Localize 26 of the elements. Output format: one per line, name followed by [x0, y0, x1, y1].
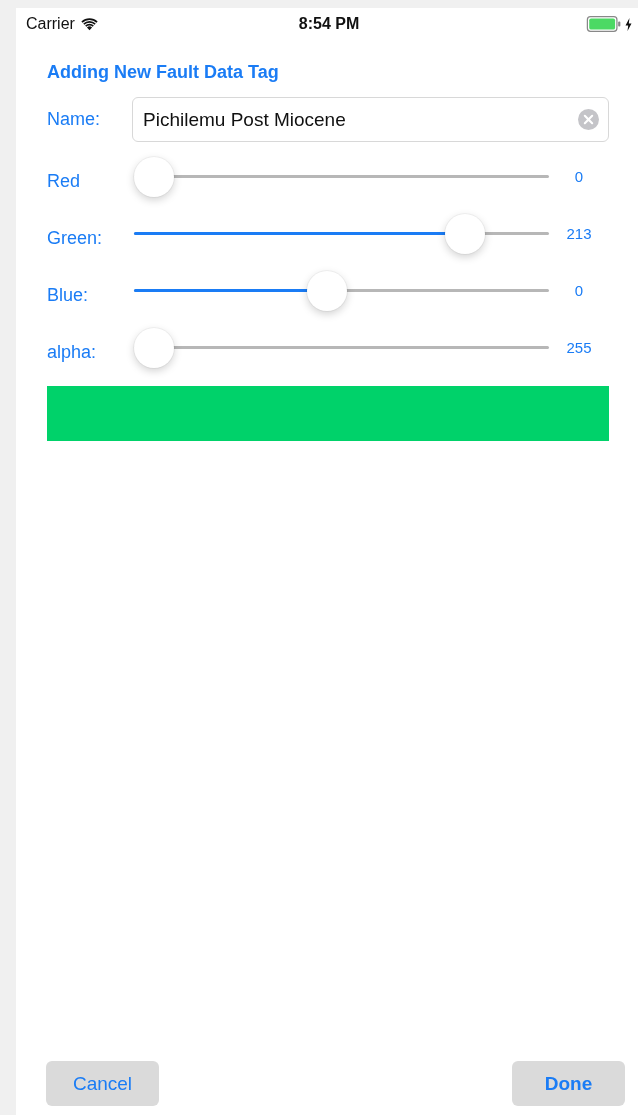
- slider[interactable]: [134, 327, 549, 368]
- slider-thumb[interactable]: [134, 327, 174, 368]
- clear-icon: [578, 109, 599, 130]
- cancel-button[interactable]: Cancel: [46, 1061, 159, 1106]
- status-time: 8:54 PM: [298, 15, 360, 33]
- slider[interactable]: [134, 156, 549, 197]
- slider[interactable]: [134, 270, 549, 311]
- wifi-icon: [80, 17, 98, 31]
- slider-label: Red: [47, 170, 82, 192]
- carrier-name: Carrier: [26, 15, 75, 33]
- battery-icon: [586, 16, 622, 32]
- slider-label: Green:: [47, 227, 104, 249]
- slider-value: 213: [565, 225, 593, 242]
- slider-thumb[interactable]: [306, 270, 347, 311]
- slider-label: alpha:: [47, 341, 98, 363]
- slider-value: 0: [573, 168, 585, 185]
- name-field[interactable]: Pichilemu Post Miocene: [132, 97, 609, 142]
- slider-thumb[interactable]: [445, 213, 486, 254]
- form-title: Adding New Fault Data Tag: [47, 62, 280, 84]
- slider-value: 0: [573, 282, 585, 299]
- slider[interactable]: [134, 213, 549, 254]
- done-button[interactable]: Done: [512, 1061, 625, 1106]
- slider-thumb[interactable]: [134, 156, 174, 197]
- field-label: Name:: [47, 109, 101, 130]
- slider-label: Blue:: [47, 284, 90, 306]
- slider-value: 255: [565, 339, 593, 356]
